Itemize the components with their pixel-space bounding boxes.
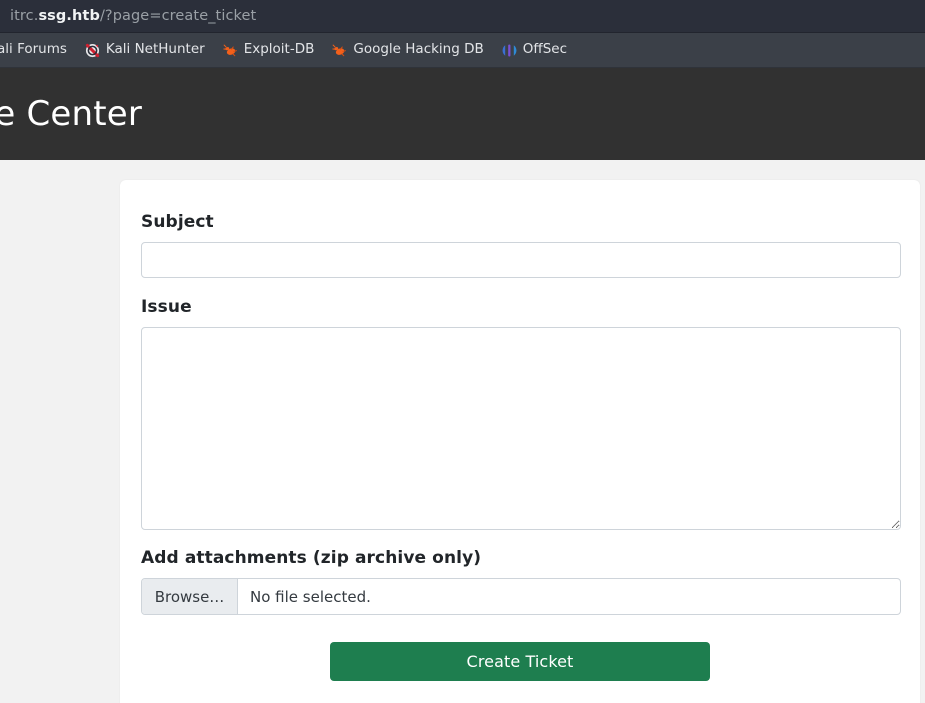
- bookmark-label: ali Forums: [0, 41, 67, 58]
- offsec-icon: [502, 43, 517, 58]
- url-text[interactable]: itrc.ssg.htb/?page=create_ticket: [10, 8, 256, 24]
- subject-field-group: Subject: [141, 212, 901, 278]
- google-hacking-db-bug-icon: [332, 43, 347, 58]
- bookmarks-bar: ali Forums Kali NetHunter Exploit-DB Goo…: [0, 33, 925, 68]
- url-prefix: itrc.: [10, 8, 39, 24]
- subject-label: Subject: [141, 212, 214, 232]
- page-body: Subject Issue Add attachments (zip archi…: [0, 160, 925, 703]
- browser-chrome: itrc.ssg.htb/?page=create_ticket ali For…: [0, 0, 925, 68]
- bookmark-kali-nethunter[interactable]: Kali NetHunter: [76, 40, 214, 61]
- url-bar[interactable]: itrc.ssg.htb/?page=create_ticket: [0, 0, 925, 33]
- bookmark-label: Exploit-DB: [243, 41, 315, 58]
- url-path: /?page=create_ticket: [99, 8, 257, 24]
- bookmark-label: Kali NetHunter: [105, 41, 205, 58]
- file-status-text: No file selected.: [250, 587, 371, 606]
- issue-label: Issue: [141, 297, 192, 317]
- bookmark-google-hacking-db[interactable]: Google Hacking DB: [323, 40, 492, 61]
- attachments-label: Add attachments (zip archive only): [141, 548, 482, 568]
- issue-field-group: Issue: [141, 297, 901, 530]
- bookmark-label: Google Hacking DB: [353, 41, 484, 58]
- browse-button[interactable]: Browse…: [142, 579, 238, 614]
- kali-nethunter-icon: [85, 43, 100, 58]
- subject-input[interactable]: [141, 242, 901, 278]
- file-input-row[interactable]: Browse… No file selected.: [141, 578, 901, 615]
- exploit-db-bug-icon: [223, 43, 238, 58]
- bookmark-offsec[interactable]: OffSec: [493, 40, 576, 61]
- url-host: ssg.htb: [38, 8, 100, 24]
- bookmark-exploit-db[interactable]: Exploit-DB: [214, 40, 324, 61]
- submit-row: Create Ticket: [141, 642, 899, 681]
- site-header: rce Center: [0, 68, 925, 160]
- bookmark-label: OffSec: [522, 41, 567, 58]
- page-title: rce Center: [0, 94, 143, 134]
- create-ticket-button[interactable]: Create Ticket: [330, 642, 710, 681]
- issue-textarea[interactable]: [141, 327, 901, 530]
- attachments-field-group: Add attachments (zip archive only) Brows…: [141, 548, 901, 615]
- create-ticket-card: Subject Issue Add attachments (zip archi…: [120, 180, 920, 703]
- bookmark-kali-forums[interactable]: ali Forums: [0, 40, 76, 60]
